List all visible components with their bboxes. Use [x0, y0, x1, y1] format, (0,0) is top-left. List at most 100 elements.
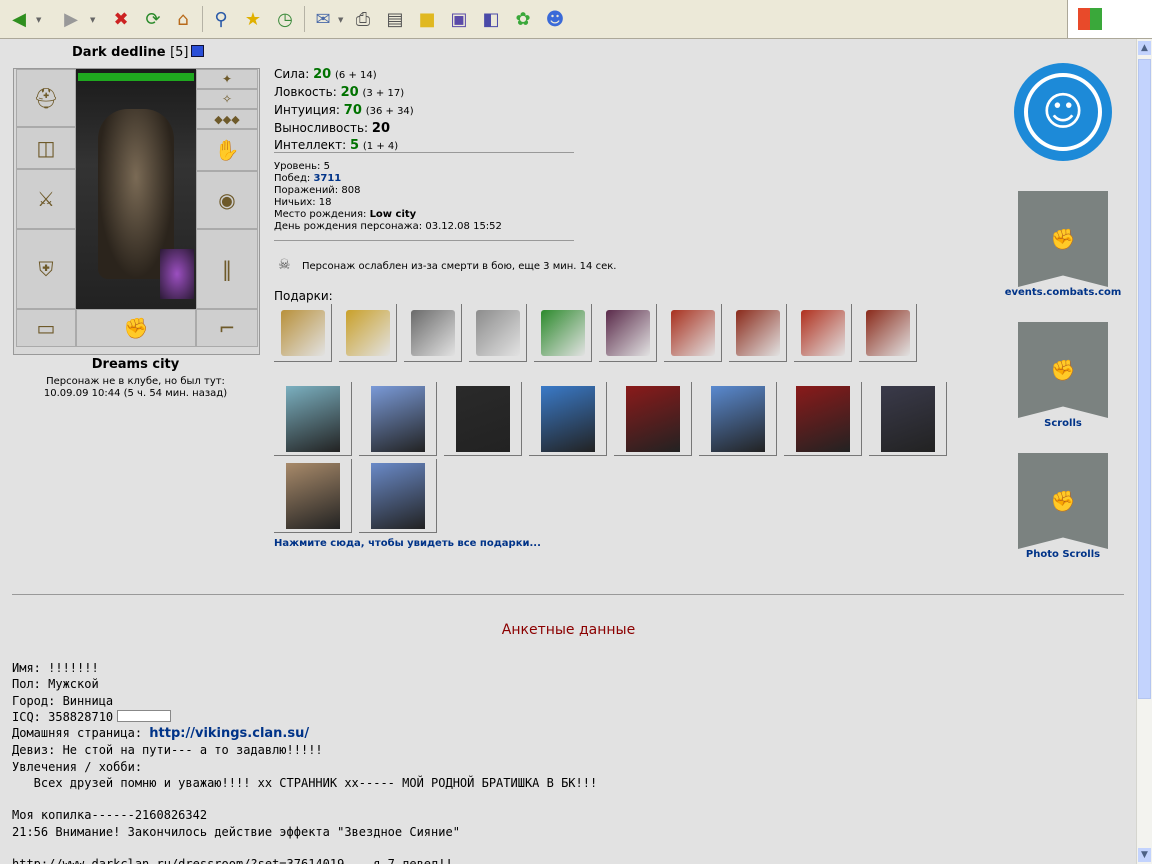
pet-image[interactable] — [160, 249, 194, 299]
gift-card[interactable] — [784, 382, 862, 456]
stat-label: Интеллект: — [274, 138, 347, 152]
info-label: Место рождения: — [274, 209, 367, 220]
info-value: 18 — [318, 197, 332, 208]
align-flag-icon[interactable] — [190, 45, 204, 57]
gift-image — [800, 309, 845, 356]
gloves-slot[interactable]: ✋ — [196, 129, 258, 171]
shield-slot[interactable]: ◉ — [196, 171, 258, 229]
gift-card[interactable] — [444, 382, 522, 456]
armor-slot[interactable]: ⛨ — [16, 229, 76, 309]
stop-icon[interactable]: ✖ — [108, 6, 134, 32]
hp-bar — [78, 73, 194, 81]
character-avatar[interactable] — [76, 69, 196, 309]
profile-title: Анкетные данные — [501, 622, 636, 638]
mail-dropdown-icon[interactable]: ▼ — [338, 16, 343, 24]
gift-item[interactable] — [469, 304, 527, 362]
gift-card[interactable] — [359, 459, 437, 533]
homepage-link[interactable]: http://vikings.clan.su/ — [149, 726, 309, 741]
stat-agility: Ловкость: 20 (3 + 17) — [274, 84, 414, 102]
scroll-up-icon[interactable]: ▲ — [1138, 41, 1151, 55]
character-name: Dark dedline [5] — [72, 45, 204, 60]
scroll-thumb[interactable] — [1138, 59, 1151, 699]
gift-item[interactable] — [339, 304, 397, 362]
gift-card[interactable] — [614, 382, 692, 456]
notes-icon[interactable]: ■ — [414, 6, 440, 32]
gift-item[interactable] — [729, 304, 787, 362]
edit-icon[interactable]: ▤ — [382, 6, 408, 32]
gift-card-image — [540, 385, 595, 452]
search-icon[interactable]: ⚲ — [208, 6, 234, 32]
gift-image — [735, 309, 780, 356]
gift-card[interactable] — [699, 382, 777, 456]
favorites-icon[interactable]: ★ — [240, 6, 266, 32]
refresh-icon[interactable]: ⟳ — [140, 6, 166, 32]
gift-image — [540, 309, 585, 356]
stat-detail: (36 + 34) — [365, 106, 414, 117]
info-block: Уровень: 5 Побед: 3711 Поражений: 808 Ни… — [274, 161, 502, 233]
photo-scrolls-link[interactable]: Photo Scrolls — [1000, 549, 1126, 560]
scroll-down-icon[interactable]: ▼ — [1138, 848, 1151, 862]
face-circle-icon: ☺ — [1014, 63, 1112, 161]
all-gifts-link[interactable]: Нажмите сюда, чтобы увидеть все подарки.… — [274, 538, 541, 549]
contacts-icon[interactable]: ☻ — [542, 6, 568, 32]
back-dropdown-icon[interactable]: ▼ — [36, 16, 41, 24]
bracers-slot[interactable]: ◫ — [16, 127, 76, 169]
print-icon[interactable]: ⎙ — [350, 6, 376, 32]
hobby-line — [12, 791, 597, 807]
gift-item[interactable] — [794, 304, 852, 362]
belt-slot[interactable]: ▭ — [16, 309, 76, 347]
boots-slot[interactable]: ⌐ — [196, 309, 258, 347]
history-icon[interactable]: ◷ — [272, 6, 298, 32]
stat-intuition: Интуиция: 70 (36 + 34) — [274, 102, 414, 120]
gift-card[interactable] — [529, 382, 607, 456]
gift-card[interactable] — [274, 382, 352, 456]
scrolls-badge[interactable]: ✊ Scrolls — [1000, 322, 1126, 429]
page-content: Dark dedline [5] ⛑ ◫ ⚔ ⛨ ▭ ✊ ✦ ✧ ◆◆◆ ✋ ◉… — [0, 39, 1137, 864]
back-icon[interactable]: ◀ — [6, 6, 32, 32]
gift-item[interactable] — [664, 304, 722, 362]
wins-link[interactable]: 3711 — [313, 173, 341, 184]
amulet-slot[interactable]: ✧ — [196, 89, 258, 109]
info-value: 5 — [323, 161, 330, 172]
gift-item[interactable] — [404, 304, 462, 362]
gift-item[interactable] — [534, 304, 592, 362]
face-badge[interactable]: ☺ — [1000, 63, 1126, 161]
info-losses: Поражений: 808 — [274, 185, 502, 197]
photo-scrolls-badge[interactable]: ✊ Photo Scrolls — [1000, 453, 1126, 560]
weapon-slot[interactable]: ⚔ — [16, 169, 76, 229]
helmet-slot[interactable]: ⛑ — [16, 69, 76, 127]
vertical-scrollbar[interactable]: ▲ ▼ — [1136, 39, 1152, 864]
gift-card[interactable] — [274, 459, 352, 533]
forward-icon[interactable]: ▶ — [58, 6, 84, 32]
icq-status-icon[interactable] — [117, 709, 172, 722]
events-link[interactable]: events.combats.com — [1000, 287, 1126, 298]
head-profile-icon: ☺ — [1024, 73, 1102, 151]
home-icon[interactable]: ⌂ — [170, 6, 196, 32]
earring-slot[interactable]: ✦ — [196, 69, 258, 89]
character-city: Dreams city — [91, 357, 180, 372]
stat-label: Ловкость: — [274, 85, 337, 99]
mail-icon[interactable]: ✉ — [310, 6, 336, 32]
trauma-icon[interactable]: ☠ — [278, 257, 296, 275]
info-birthday: День рождения персонажа: 03.12.08 15:52 — [274, 221, 502, 233]
forward-dropdown-icon[interactable]: ▼ — [90, 16, 95, 24]
gift-item[interactable] — [859, 304, 917, 362]
icq-icon[interactable]: ✿ — [510, 6, 536, 32]
legs-slot[interactable]: ‖ — [196, 229, 258, 309]
gift-item[interactable] — [599, 304, 657, 362]
rings-slot[interactable]: ◆◆◆ — [196, 109, 258, 129]
gift-card[interactable] — [869, 382, 947, 456]
gift-item[interactable] — [274, 304, 332, 362]
gift-card[interactable] — [359, 382, 437, 456]
messenger-icon[interactable]: ▣ — [446, 6, 472, 32]
profile-icq: ICQ: 358828710 — [12, 709, 597, 725]
info-value: 03.12.08 15:52 — [425, 221, 502, 232]
windows-logo — [1067, 0, 1152, 38]
emblem-slot[interactable]: ✊ — [76, 309, 196, 347]
scrolls-link[interactable]: Scrolls — [1000, 418, 1126, 429]
research-icon[interactable]: ◧ — [478, 6, 504, 32]
stat-value: 70 — [343, 103, 362, 118]
club-note-line: Персонаж не в клубе, но был тут: — [46, 376, 225, 387]
gift-card-image — [285, 385, 340, 452]
events-badge[interactable]: ✊ events.combats.com — [1000, 191, 1126, 298]
